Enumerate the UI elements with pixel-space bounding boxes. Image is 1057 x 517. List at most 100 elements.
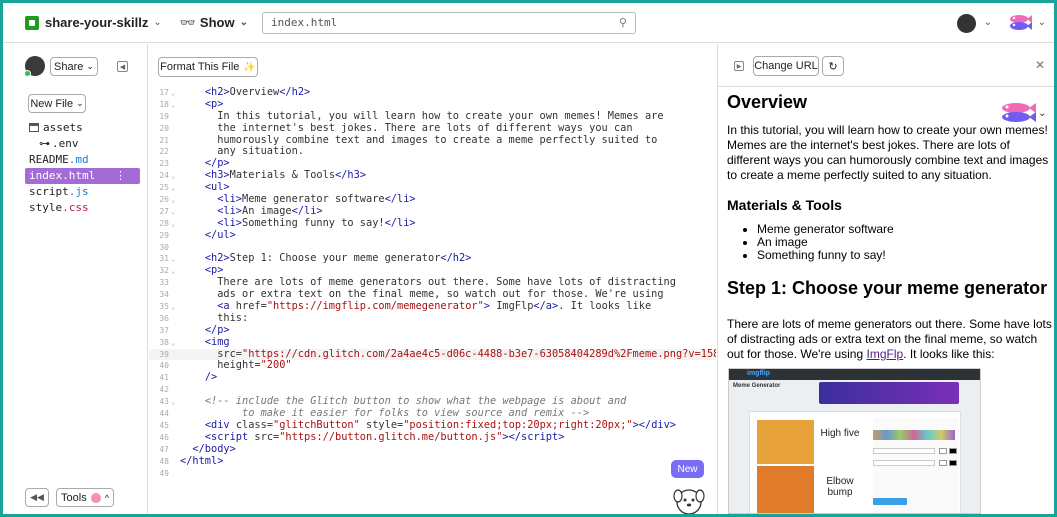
close-icon[interactable]: ✕ bbox=[1035, 58, 1045, 72]
preview-pane: ▶ Change URL ↻ ✕ Overview In this tutori… bbox=[717, 44, 1054, 514]
file-item-readme-md[interactable]: README.md bbox=[25, 152, 140, 168]
file-extension: .js bbox=[68, 185, 89, 198]
meme-color-swatch bbox=[949, 448, 957, 454]
meme-color-swatch bbox=[939, 460, 947, 466]
refresh-button[interactable]: ↻ bbox=[822, 56, 844, 76]
tools-button[interactable]: Tools ^ bbox=[56, 488, 114, 507]
line-number: 27 bbox=[159, 206, 169, 216]
line-number: 30 bbox=[159, 242, 169, 252]
file-search-value: index.html bbox=[270, 16, 338, 29]
code-line[interactable]: 36 this: bbox=[149, 312, 716, 325]
glitch-button-fish-logo[interactable] bbox=[998, 100, 1038, 126]
format-file-button[interactable]: Format This File ✨ bbox=[158, 57, 258, 77]
tools-label: Tools bbox=[61, 491, 87, 504]
line-number: 17 bbox=[159, 88, 169, 97]
new-badge[interactable]: New bbox=[671, 460, 704, 478]
code-line[interactable]: 18 ⌄ <p> bbox=[149, 97, 716, 111]
code-area[interactable]: 17 ⌄ <h2>Overview</h2> 18 ⌄ <p> 19 In this t… bbox=[149, 86, 716, 480]
line-number: 34 bbox=[159, 290, 169, 300]
dog-mascot-icon[interactable] bbox=[669, 480, 709, 514]
meme-card: High five Elbow bump bbox=[749, 411, 961, 513]
file-name: README bbox=[29, 153, 69, 166]
play-icon[interactable]: ▶ bbox=[734, 61, 744, 71]
meme-generator-title: Meme Generator bbox=[733, 383, 781, 389]
chevron-down-icon[interactable]: ⌄ bbox=[1038, 17, 1046, 28]
meme-color-swatch bbox=[949, 460, 957, 466]
line-number: 21 bbox=[159, 135, 169, 145]
code-line[interactable]: 47 </body> bbox=[149, 443, 716, 456]
change-url-button[interactable]: Change URL bbox=[753, 56, 819, 76]
file-name: .env bbox=[52, 137, 79, 150]
show-button[interactable]: 👓 Show ⌄ bbox=[180, 15, 248, 31]
code-line[interactable]: 19 In this tutorial, you will learn how … bbox=[149, 110, 716, 123]
project-name[interactable]: share-your-skillz bbox=[45, 15, 148, 30]
line-number: 46 bbox=[159, 432, 169, 442]
chevron-down-icon[interactable]: ⌄ bbox=[153, 17, 161, 28]
code-line[interactable]: 31 ⌄ <h2>Step 1: Choose your meme generat… bbox=[149, 253, 716, 265]
file-name: style bbox=[29, 201, 63, 214]
meme-text-field bbox=[873, 448, 935, 454]
code-editor[interactable]: Format This File ✨ 17 ⌄ <h2>Overview</h2>… bbox=[149, 44, 716, 514]
user-avatar[interactable] bbox=[957, 14, 976, 33]
code-line[interactable]: 49 bbox=[149, 468, 716, 480]
file-item-assets[interactable]: assets bbox=[25, 120, 140, 136]
more-options-icon[interactable]: ⋮ bbox=[115, 168, 126, 184]
code-text: </html> bbox=[180, 454, 224, 467]
rewind-button[interactable]: ◀◀ bbox=[25, 488, 49, 507]
code-line[interactable]: 17 ⌄ <h2>Overview</h2> bbox=[149, 86, 716, 99]
code-text: <p> bbox=[204, 97, 224, 110]
file-search-input[interactable]: index.html ⚲ bbox=[261, 11, 636, 34]
chevron-down-icon: ⌄ bbox=[76, 98, 84, 108]
sparkle-icon: ✨ bbox=[243, 61, 256, 73]
line-number: 26 bbox=[159, 195, 169, 205]
meme-bottom-text: Elbow bump bbox=[826, 476, 854, 498]
code-line[interactable]: 24 ⌄ <h3>Materials & Tools</h3> bbox=[149, 169, 716, 182]
code-line[interactable]: 40 height="200" bbox=[149, 360, 716, 372]
glitch-editor-window: share-your-skillz ⌄ 👓 Show ⌄ index.html … bbox=[3, 3, 1054, 514]
code-text: <a href="https://imgflip.com/memegenerat… bbox=[217, 300, 652, 313]
materials-heading: Materials & Tools bbox=[727, 197, 842, 213]
preview-content: Overview In this tutorial, you will lear… bbox=[727, 92, 1054, 376]
code-line[interactable]: 41 /> bbox=[149, 371, 716, 384]
collapse-sidebar-icon[interactable]: ◀ bbox=[117, 61, 128, 72]
share-button[interactable]: Share ⌄ bbox=[50, 57, 98, 76]
meme-template-thumbnails bbox=[873, 430, 955, 440]
line-number: 40 bbox=[159, 361, 169, 371]
line-number: 18 bbox=[159, 99, 169, 109]
show-label: Show bbox=[199, 15, 235, 30]
file-item-env[interactable]: ⊶ .env bbox=[25, 136, 140, 152]
line-number: 31 bbox=[159, 254, 169, 264]
glitch-fish-logo[interactable] bbox=[1008, 12, 1032, 34]
line-number: 23 bbox=[159, 159, 169, 169]
code-line[interactable]: 20 the internet's best jokes. There are … bbox=[149, 122, 716, 135]
step1-paragraph: There are lots of meme generators out th… bbox=[727, 317, 1054, 362]
chevron-down-icon[interactable]: ⌄ bbox=[984, 17, 992, 28]
format-file-label: Format This File bbox=[160, 61, 240, 73]
code-line[interactable]: 48 </html> bbox=[149, 454, 716, 468]
line-number: 29 bbox=[159, 230, 169, 240]
line-number: 48 bbox=[159, 456, 169, 466]
file-item-style-css[interactable]: style.css bbox=[25, 200, 140, 216]
project-icon[interactable] bbox=[25, 15, 39, 30]
chevron-down-icon[interactable]: ⌄ bbox=[1038, 108, 1046, 119]
line-number: 33 bbox=[159, 278, 169, 288]
file-name: script bbox=[29, 185, 69, 198]
glasses-icon: 👓 bbox=[179, 14, 196, 30]
code-line[interactable]: 37 </p> bbox=[149, 324, 716, 337]
line-number: 38 bbox=[159, 337, 169, 347]
file-list: assets ⊶ .env README.md index.html ⋮ script.js… bbox=[25, 120, 140, 216]
meme-color-swatch bbox=[939, 448, 947, 454]
imgflip-link[interactable]: ImgFlp bbox=[866, 347, 903, 361]
code-line[interactable]: 22 any situation. bbox=[149, 146, 716, 158]
new-file-label: New File bbox=[30, 97, 74, 110]
code-text: </ul> bbox=[204, 228, 236, 241]
line-number: 32 bbox=[159, 266, 169, 276]
file-item-script-js[interactable]: script.js bbox=[25, 184, 140, 200]
user-avatar[interactable] bbox=[24, 56, 45, 77]
file-item-index-html[interactable]: index.html ⋮ bbox=[25, 168, 140, 184]
line-number: 49 bbox=[159, 468, 169, 478]
code-line[interactable]: 29 </ul> bbox=[149, 228, 716, 242]
new-file-button[interactable]: New File ⌄ bbox=[28, 94, 86, 113]
meme-site-header: imgflip bbox=[729, 369, 980, 380]
line-number: 42 bbox=[159, 385, 169, 395]
